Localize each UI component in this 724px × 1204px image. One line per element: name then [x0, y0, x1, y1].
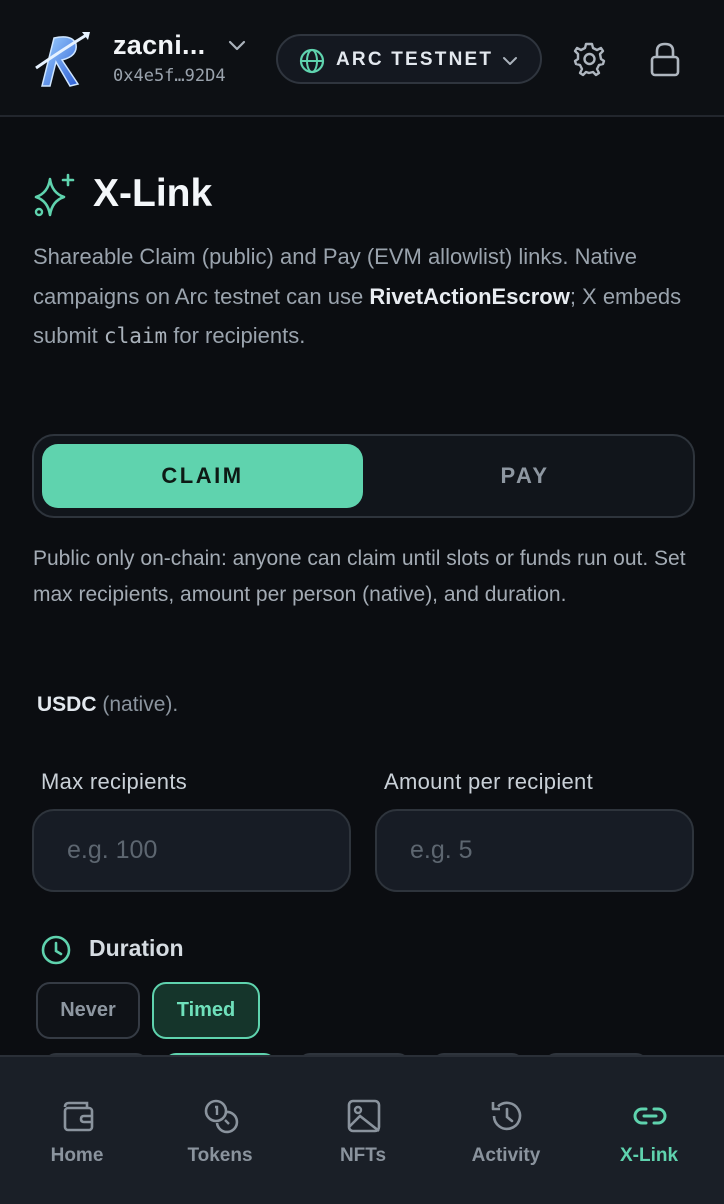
nav-item-tokens[interactable]: Tokens	[148, 1057, 292, 1204]
top-header: zacni... 0x4e5f…92D4 ARC TESTNET	[0, 0, 724, 117]
nav-item-nfts[interactable]: NFTs	[291, 1057, 435, 1204]
mode-toggle: CLAIM PAY	[32, 434, 695, 518]
duration-timed-chip[interactable]: Timed	[152, 982, 260, 1039]
network-label: ARC TESTNET	[336, 49, 494, 70]
max-recipients-label: Max recipients	[41, 769, 188, 794]
nav-item-xlink[interactable]: X-Link	[577, 1057, 721, 1204]
token-info: USDC (native).	[37, 693, 178, 717]
nav-item-home[interactable]: Home	[5, 1057, 149, 1204]
max-recipients-input[interactable]	[32, 809, 351, 892]
coins-icon	[204, 1099, 239, 1134]
rivet-logo-icon[interactable]	[32, 28, 92, 90]
nav-label-tokens: Tokens	[187, 1145, 253, 1166]
nav-label-xlink: X-Link	[619, 1145, 679, 1166]
claim-code: claim	[103, 324, 168, 348]
amount-per-recipient-label: Amount per recipient	[384, 769, 593, 794]
contract-name: RivetActionEscrow	[369, 283, 570, 309]
globe-icon	[299, 48, 325, 74]
lock-icon[interactable]	[646, 40, 684, 78]
image-icon	[347, 1099, 381, 1133]
nav-label-nfts: NFTs	[339, 1145, 387, 1166]
nav-item-activity[interactable]: Activity	[434, 1057, 578, 1204]
account-chevron-down-icon[interactable]	[226, 34, 248, 56]
app-window: zacni... 0x4e5f…92D4 ARC TESTNET X-Link …	[0, 0, 724, 1204]
page-title: X-Link	[93, 172, 213, 215]
account-address: 0x4e5f…92D4	[113, 66, 226, 86]
token-suffix: (native).	[96, 693, 179, 716]
duration-label: Duration	[89, 935, 184, 961]
network-selector-button[interactable]: ARC TESTNET	[276, 34, 542, 84]
pay-mode-button[interactable]: PAY	[365, 444, 685, 508]
nav-label-home: Home	[50, 1145, 104, 1166]
duration-never-chip[interactable]: Never	[36, 982, 140, 1039]
network-chevron-down-icon	[503, 57, 517, 65]
page-description: Shareable Claim (public) and Pay (EVM al…	[33, 237, 693, 357]
account-name[interactable]: zacni...	[113, 30, 205, 61]
clock-icon	[41, 935, 71, 965]
sparkles-icon	[34, 173, 75, 217]
amount-per-recipient-input[interactable]	[375, 809, 694, 892]
gear-icon[interactable]	[570, 40, 608, 78]
wallet-icon	[63, 1101, 94, 1132]
xlink-panel: X-Link Shareable Claim (public) and Pay …	[0, 119, 724, 1073]
mode-info-text: Public only on-chain: anyone can claim u…	[33, 547, 686, 606]
description-text-3: for recipients.	[167, 323, 306, 348]
bottom-nav: Home Tokens NFTs Activity X-Link	[0, 1055, 724, 1204]
token-symbol: USDC	[37, 693, 97, 716]
link-icon	[633, 1107, 667, 1125]
nav-label-activity: Activity	[471, 1145, 541, 1166]
history-icon	[491, 1101, 522, 1131]
claim-mode-button[interactable]: CLAIM	[42, 444, 363, 508]
